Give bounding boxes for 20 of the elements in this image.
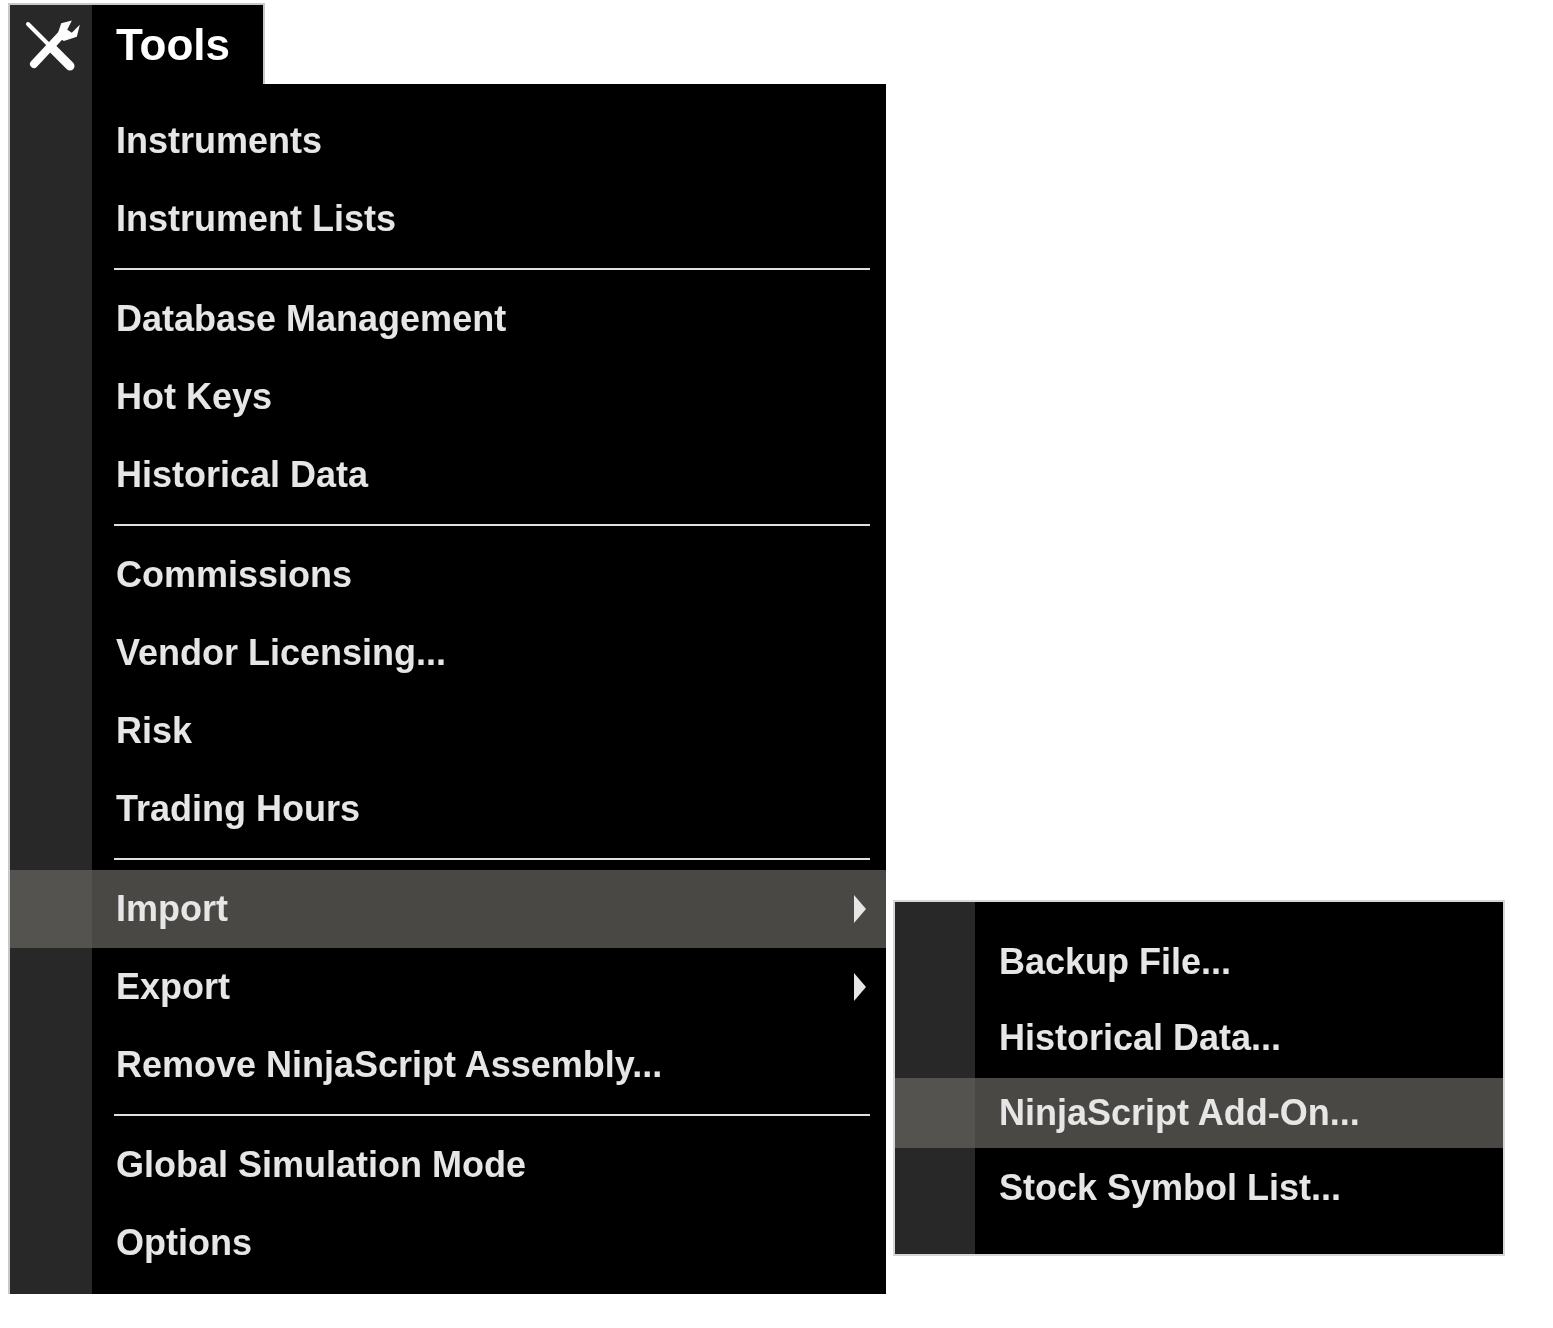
menu-item[interactable]: Instruments [92,102,886,180]
menu-item[interactable]: Import [10,870,886,948]
menu-item[interactable]: Global Simulation Mode [92,1126,886,1204]
menu-item[interactable]: Historical Data [92,436,886,514]
submenu-item[interactable]: Historical Data... [895,1000,1503,1076]
menu-item[interactable]: Trading Hours [92,770,886,848]
menu-item[interactable]: Commissions [92,536,886,614]
menu-header[interactable]: Tools [8,3,265,84]
menu-item[interactable]: Hot Keys [92,358,886,436]
menu-item[interactable]: Instrument Lists [92,180,886,258]
menu-item[interactable]: Export [92,948,886,1026]
menu-title: Tools [116,19,231,70]
menu-item[interactable]: Database Management [92,280,886,358]
submenu-item[interactable]: Stock Symbol List... [895,1150,1503,1226]
menu-item[interactable]: Options [92,1204,886,1282]
submenu-item[interactable]: Backup File... [895,924,1503,1000]
menu-item[interactable]: Remove NinjaScript Assembly... [92,1026,886,1104]
submenu-item[interactable]: NinjaScript Add-On... [895,1078,1503,1148]
menu-item[interactable]: Risk [92,692,886,770]
menu-item[interactable]: Vendor Licensing... [92,614,886,692]
